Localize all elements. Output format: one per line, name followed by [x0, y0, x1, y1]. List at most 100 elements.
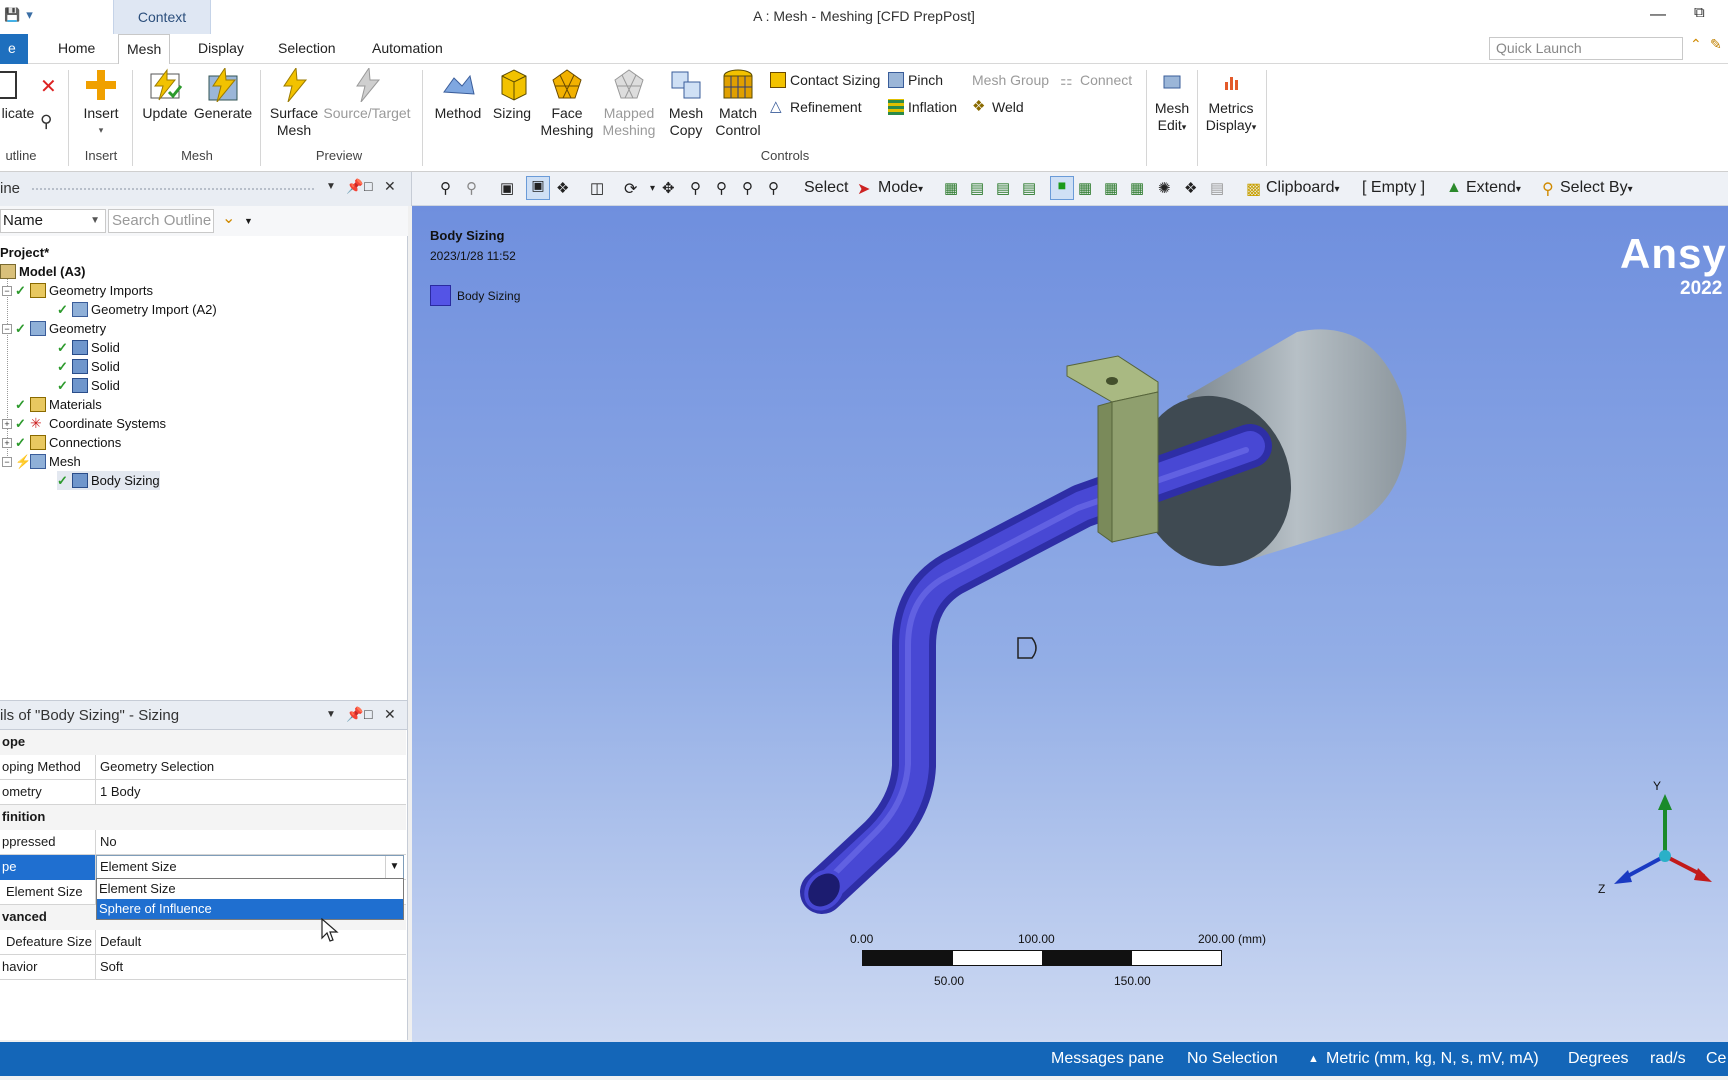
pane-menu-icon[interactable]: ▼ [326, 181, 336, 192]
clipboard-icon[interactable]: ▩ [1246, 179, 1261, 199]
expand-icon[interactable]: + [2, 437, 12, 448]
mesh-edit-button[interactable]: Mesh Edit▾ [1150, 74, 1194, 136]
select-label[interactable]: Select [804, 179, 848, 197]
units-up-icon[interactable]: ▲ [1308, 1053, 1319, 1065]
tree-node-connections[interactable]: + ✓ Connections [2, 433, 121, 452]
duplicate-button[interactable]: licate [0, 68, 36, 122]
inflation-button[interactable]: Inflation [888, 99, 957, 115]
mapped-meshing-button[interactable]: Mapped Meshing [598, 68, 660, 139]
row-suppressed[interactable]: ppressed No [0, 830, 406, 855]
select-body-active-icon[interactable]: ■ [1050, 176, 1074, 200]
row-geometry[interactable]: ometry 1 Body [0, 780, 406, 805]
mesh-copy-button[interactable]: Mesh Copy [662, 68, 710, 139]
angle-units[interactable]: Degrees [1568, 1050, 1628, 1068]
row-value[interactable]: 1 Body [98, 780, 404, 805]
match-control-button[interactable]: Match Control [712, 68, 764, 139]
tab-selection[interactable]: Selection [270, 34, 344, 64]
chevron-down-icon[interactable]: ▼ [385, 856, 403, 879]
box-view-icon[interactable]: ▣ [526, 176, 550, 200]
outline-filter-select[interactable]: Name ▼ [0, 209, 106, 233]
cursor-mode-icon[interactable]: ➤ [857, 179, 870, 199]
units-status[interactable]: Metric (mm, kg, N, s, mV, mA) [1326, 1050, 1539, 1068]
source-target-button[interactable]: Source/Target [322, 68, 412, 122]
zoom-icon[interactable]: ⚲ [690, 179, 701, 197]
pan-icon[interactable]: ✥ [662, 179, 675, 197]
collapse-ribbon-icon[interactable]: ⌃ [1690, 36, 1702, 53]
pin-icon[interactable]: 📌 [346, 706, 363, 723]
tree-node-geometry-import-a2[interactable]: ✓ Geometry Import (A2) [57, 300, 217, 319]
mode-dropdown[interactable]: Mode▾ [878, 179, 923, 197]
tree-node-geometry-imports[interactable]: − ✓ Geometry Imports [2, 281, 153, 300]
select-node-icon[interactable]: ▦ [1078, 179, 1092, 197]
update-button[interactable]: Update [140, 68, 190, 122]
tab-home[interactable]: Home [50, 34, 103, 64]
pinch-button[interactable]: Pinch [888, 72, 943, 88]
tree-node-coordinate-systems[interactable]: + ✓ ✳ Coordinate Systems [2, 414, 166, 433]
tree-node-project[interactable]: Project* [0, 243, 49, 262]
box-zoom-icon[interactable]: ⚲ [716, 179, 727, 197]
rate-units[interactable]: rad/s [1650, 1050, 1686, 1068]
messages-pane-button[interactable]: Messages pane [1051, 1050, 1164, 1068]
method-button[interactable]: Method [430, 68, 486, 122]
section-scope[interactable]: ope [0, 730, 406, 755]
metrics-display-button[interactable]: Metrics Display▾ [1200, 74, 1262, 136]
row-value[interactable]: Soft [98, 955, 404, 980]
rotate-icon[interactable]: ⟳ [624, 179, 637, 199]
box-select-icon[interactable]: ✺ [1158, 179, 1171, 197]
collapse-icon[interactable]: − [2, 285, 12, 296]
dropdown-option-element-size[interactable]: Element Size [97, 879, 403, 899]
magnifier-icon[interactable]: ⚲ [768, 179, 779, 197]
expand-icon[interactable]: + [2, 418, 12, 429]
select-by-icon[interactable]: ⚲ [1542, 179, 1554, 199]
extend-dropdown[interactable]: Extend▾ [1466, 179, 1521, 197]
tree-node-solid[interactable]: ✓ Solid [57, 338, 120, 357]
pick-filter-icon[interactable]: ▤ [1210, 179, 1224, 197]
weld-button[interactable]: ❖ Weld [972, 99, 1024, 116]
type-select[interactable]: Element Size ▼ [96, 855, 404, 880]
search-dropdown-icon[interactable]: ▼ [244, 216, 253, 226]
row-value[interactable]: Default [98, 930, 404, 955]
connect-button[interactable]: ⚏ Connect [1060, 72, 1132, 88]
row-behavior[interactable]: havior Soft [0, 955, 406, 980]
select-body-icon[interactable]: ▤ [1022, 179, 1036, 197]
delete-icon[interactable]: ✕ [40, 74, 57, 99]
contact-sizing-button[interactable]: Contact Sizing [770, 72, 880, 88]
find-icon[interactable]: ⚲ [40, 112, 52, 132]
row-scoping-method[interactable]: oping Method Geometry Selection [0, 755, 406, 780]
dropdown-option-sphere-of-influence[interactable]: Sphere of Influence [97, 899, 403, 919]
tree-node-materials[interactable]: ✓ Materials [15, 395, 102, 414]
iso-view-icon[interactable]: ▣ [500, 179, 514, 197]
select-element-icon[interactable]: ▦ [1130, 179, 1144, 197]
axis-triad[interactable] [1614, 794, 1712, 884]
tab-mesh[interactable]: Mesh [118, 34, 171, 65]
row-defeature-size[interactable]: Defeature Size Default [0, 930, 406, 955]
refinement-button[interactable]: △ Refinement [770, 99, 862, 116]
clipboard-dropdown[interactable]: Clipboard▾ [1266, 179, 1340, 197]
tree-node-mesh[interactable]: − ⚡ Mesh [2, 452, 81, 471]
maximize-icon[interactable]: □ [364, 706, 372, 722]
tree-node-geometry[interactable]: − ✓ Geometry [2, 319, 106, 338]
look-at-icon[interactable]: ◫ [590, 179, 604, 197]
view-toggle-icon[interactable]: ❖ [556, 179, 569, 197]
tab-file[interactable]: e [0, 34, 28, 64]
search-options-icon[interactable]: ⌄ [222, 208, 235, 228]
generate-button[interactable]: Generate [192, 68, 254, 122]
select-edge-icon[interactable]: ▤ [970, 179, 984, 197]
select-element-face-icon[interactable]: ▦ [1104, 179, 1118, 197]
pin-icon[interactable]: 📌 [346, 178, 363, 195]
close-icon[interactable]: ✕ [384, 706, 396, 723]
tree-node-body-sizing[interactable]: ✓ Body Sizing [57, 471, 160, 490]
mesh-group-button[interactable]: Mesh Group [972, 72, 1049, 88]
select-face-icon[interactable]: ▤ [996, 179, 1010, 197]
close-icon[interactable]: ✕ [384, 178, 396, 195]
rotate-dropdown-icon[interactable]: ▾ [650, 183, 655, 194]
quick-launch-input[interactable]: Quick Launch [1489, 37, 1683, 60]
tab-automation[interactable]: Automation [364, 34, 451, 64]
select-by-dropdown[interactable]: Select By▾ [1560, 179, 1633, 197]
minimize-icon[interactable]: — [1650, 6, 1666, 24]
model-scene[interactable] [412, 206, 1728, 1042]
zoom-to-fit-icon[interactable]: ⚲ [742, 179, 753, 197]
surface-mesh-button[interactable]: Surface Mesh [266, 68, 322, 139]
tree-node-solid[interactable]: ✓ Solid [57, 376, 120, 395]
row-value[interactable]: No [98, 830, 404, 855]
